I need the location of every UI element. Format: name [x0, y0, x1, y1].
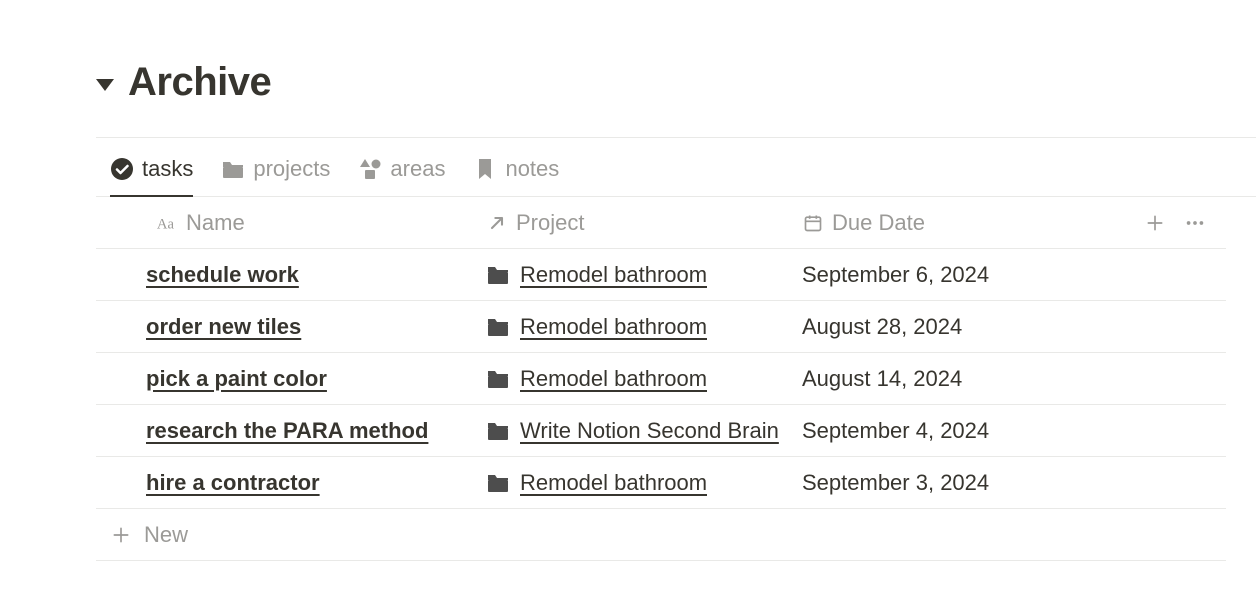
new-row-label: New — [144, 522, 188, 548]
plus-icon — [110, 524, 132, 546]
project-link[interactable]: Remodel bathroom — [520, 314, 707, 340]
new-row-button[interactable]: New — [96, 509, 1226, 561]
project-link[interactable]: Remodel bathroom — [520, 470, 707, 496]
project-link[interactable]: Remodel bathroom — [520, 262, 707, 288]
task-project: Remodel bathroom — [486, 262, 802, 288]
task-project: Write Notion Second Brain — [486, 418, 802, 444]
table-row[interactable]: schedule work Remodel bathroom September… — [96, 249, 1226, 301]
task-due-date: August 14, 2024 — [802, 366, 1102, 392]
table-header: Aa Name Project Due Date — [96, 197, 1226, 249]
column-header-due-date[interactable]: Due Date — [802, 210, 1098, 236]
task-name[interactable]: schedule work — [146, 262, 486, 288]
tab-tasks[interactable]: tasks — [110, 156, 193, 196]
view-tabs: tasks projects areas notes — [96, 138, 1256, 197]
svg-text:Aa: Aa — [157, 216, 175, 232]
more-options-icon[interactable] — [1184, 212, 1206, 234]
folder-icon — [486, 316, 510, 338]
folder-icon — [486, 472, 510, 494]
tab-label: tasks — [142, 156, 193, 182]
folder-icon — [221, 157, 245, 181]
column-header-name[interactable]: Aa Name — [156, 210, 486, 236]
table-row[interactable]: research the PARA method Write Notion Se… — [96, 405, 1226, 457]
project-link[interactable]: Write Notion Second Brain — [520, 418, 779, 444]
task-project: Remodel bathroom — [486, 470, 802, 496]
tab-label: projects — [253, 156, 330, 182]
tab-label: areas — [390, 156, 445, 182]
bookmark-icon — [473, 157, 497, 181]
add-column-icon[interactable] — [1144, 212, 1166, 234]
folder-icon — [486, 420, 510, 442]
task-due-date: September 6, 2024 — [802, 262, 1102, 288]
column-label: Name — [186, 210, 245, 236]
calendar-icon — [802, 212, 824, 234]
tab-notes[interactable]: notes — [473, 156, 559, 196]
project-link[interactable]: Remodel bathroom — [520, 366, 707, 392]
column-label: Due Date — [832, 210, 925, 236]
tab-label: notes — [505, 156, 559, 182]
column-label: Project — [516, 210, 584, 236]
tasks-table: Aa Name Project Due Date — [96, 197, 1226, 561]
collapse-toggle-icon[interactable] — [96, 79, 114, 91]
table-row[interactable]: hire a contractor Remodel bathroom Septe… — [96, 457, 1226, 509]
column-header-project[interactable]: Project — [486, 210, 802, 236]
folder-icon — [486, 264, 510, 286]
task-due-date: September 4, 2024 — [802, 418, 1102, 444]
check-circle-icon — [110, 157, 134, 181]
task-name[interactable]: research the PARA method — [146, 418, 486, 444]
task-name[interactable]: pick a paint color — [146, 366, 486, 392]
table-row[interactable]: order new tiles Remodel bathroom August … — [96, 301, 1226, 353]
relation-icon — [486, 212, 508, 234]
task-due-date: August 28, 2024 — [802, 314, 1102, 340]
table-row[interactable]: pick a paint color Remodel bathroom Augu… — [96, 353, 1226, 405]
folder-icon — [486, 368, 510, 390]
task-due-date: September 3, 2024 — [802, 470, 1102, 496]
page-title: Archive — [128, 60, 271, 105]
task-name[interactable]: order new tiles — [146, 314, 486, 340]
shapes-icon — [358, 157, 382, 181]
task-project: Remodel bathroom — [486, 314, 802, 340]
task-name[interactable]: hire a contractor — [146, 470, 486, 496]
tab-areas[interactable]: areas — [358, 156, 445, 196]
task-project: Remodel bathroom — [486, 366, 802, 392]
text-icon: Aa — [156, 212, 178, 234]
tab-projects[interactable]: projects — [221, 156, 330, 196]
